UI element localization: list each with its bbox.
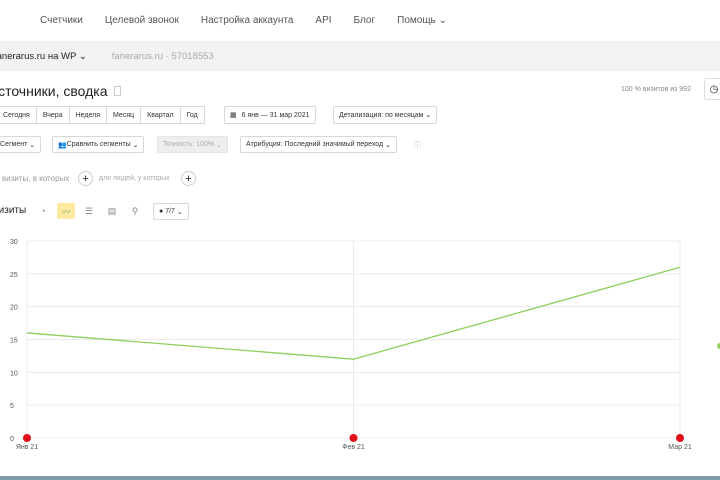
footer-bar — [0, 476, 720, 480]
y-tick-label: 30 — [10, 239, 18, 246]
y-tick-label: 5 — [10, 403, 14, 410]
y-tick-label: 25 — [10, 272, 18, 279]
x-tick-label: Янв 21 — [16, 444, 38, 451]
x-tick-label: Мар 21 — [668, 444, 692, 451]
x-tick-label: Фев 21 — [342, 444, 365, 451]
y-tick-label: 20 — [10, 305, 18, 312]
y-tick-label: 15 — [10, 338, 18, 345]
annotation-marker — [23, 434, 31, 442]
line-chart: 0 5 10 15 20 25 30 Янв 21 Фев 21 Мар 21 — [10, 239, 720, 451]
annotation-marker — [676, 434, 684, 442]
annotation-marker — [349, 434, 358, 442]
y-tick-label: 10 — [10, 370, 18, 377]
y-tick-label: 0 — [10, 436, 14, 443]
